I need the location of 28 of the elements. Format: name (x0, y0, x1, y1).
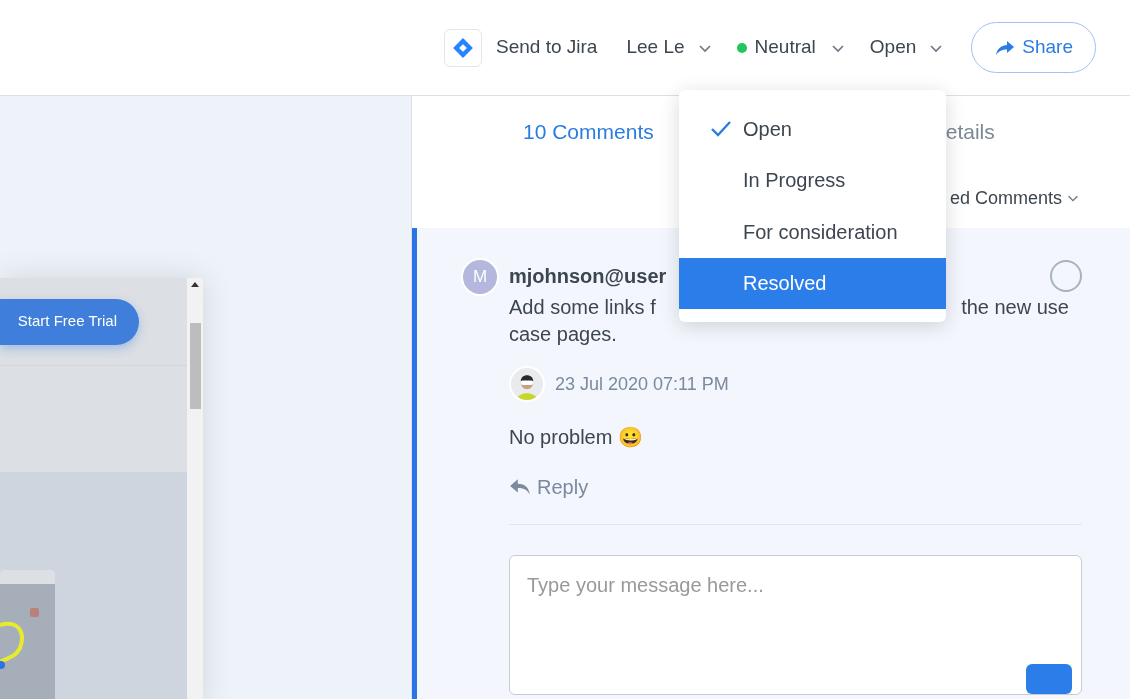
comments-tab[interactable]: etails (945, 116, 995, 148)
scrollbar-thumb[interactable] (189, 323, 201, 409)
comment-text: case pages. (509, 322, 617, 347)
comments-tab[interactable]: 10 Comments (523, 116, 654, 148)
start-trial-button[interactable]: Start Free Trial (0, 298, 139, 345)
reply-time: 23 Jul 2020 07:11 PM (555, 372, 729, 396)
message-field[interactable]: Type your message here... (510, 556, 1081, 694)
send-button[interactable] (1026, 664, 1072, 694)
comment-author: mjohnson@user (509, 264, 667, 289)
assignee-dropdown[interactable]: Lee Le (626, 33, 713, 62)
comment-text: the new use (961, 295, 1069, 320)
scroll-up-icon[interactable] (191, 282, 199, 287)
reply-text: No problem 😀 (509, 425, 644, 450)
avatar: M (461, 258, 499, 296)
menu-item[interactable]: In Progress (679, 154, 946, 206)
reply-icon (509, 478, 531, 496)
jira-icon (444, 28, 483, 67)
jira-button[interactable]: Send to Jira (444, 28, 598, 67)
check-icon (711, 120, 731, 137)
resolve-toggle[interactable] (1050, 260, 1082, 292)
sentiment-dropdown[interactable]: Neutral (736, 33, 846, 62)
comment-text: Add some links f (509, 295, 656, 320)
filter-dropdown[interactable]: ed Comments (949, 184, 1080, 212)
jira-label: Send to Jira (496, 35, 598, 60)
menu-item[interactable]: Resolved (679, 257, 946, 309)
menu-item[interactable]: For consideration (679, 206, 946, 258)
menu-item[interactable]: Open (679, 103, 946, 155)
status-dropdown[interactable]: Open (869, 33, 945, 62)
